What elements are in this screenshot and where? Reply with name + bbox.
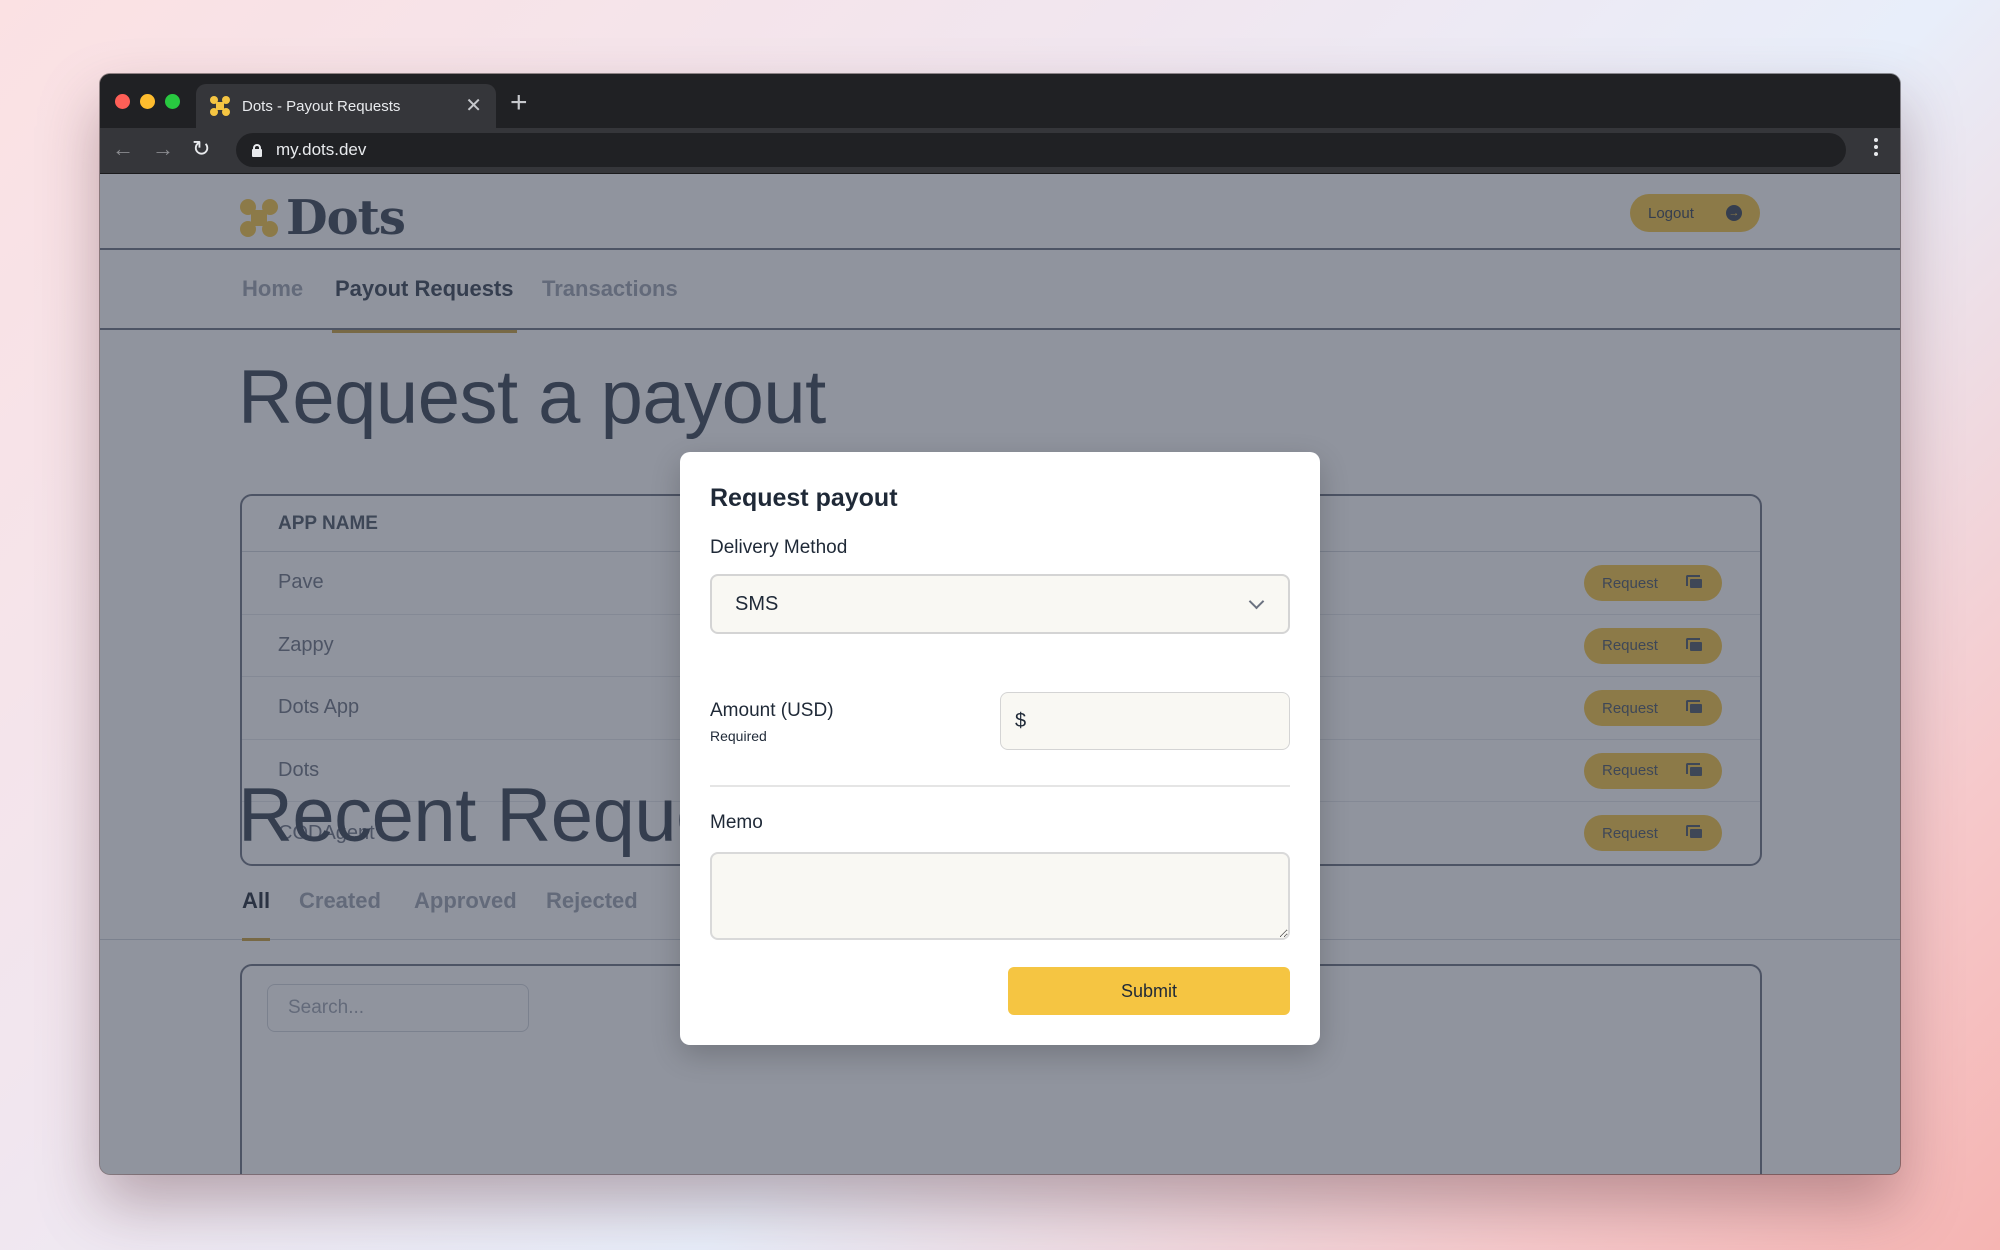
submit-button[interactable]: Submit	[1008, 967, 1290, 1015]
amount-input[interactable]	[1032, 709, 1298, 733]
delivery-method-select[interactable]: SMS	[710, 574, 1290, 634]
lock-icon	[252, 144, 262, 157]
amount-field[interactable]: $	[1000, 692, 1298, 750]
divider	[710, 785, 1290, 787]
memo-label: Memo	[710, 812, 763, 833]
currency-prefix: $	[1015, 709, 1027, 732]
chevron-down-icon	[1248, 593, 1265, 610]
modal-title: Request payout	[710, 484, 898, 512]
reload-icon[interactable]: ↻	[192, 136, 210, 162]
minimize-window-button[interactable]	[140, 94, 155, 109]
close-window-button[interactable]	[115, 94, 130, 109]
browser-toolbar: ← → ↻ my.dots.dev	[100, 128, 1900, 174]
dots-favicon-icon	[210, 96, 230, 116]
delivery-method-value: SMS	[735, 592, 779, 615]
browser-menu-icon[interactable]	[1874, 138, 1878, 159]
browser-tab[interactable]: Dots - Payout Requests ✕	[196, 84, 496, 128]
url-text: my.dots.dev	[276, 140, 367, 159]
maximize-window-button[interactable]	[165, 94, 180, 109]
tab-bar: Dots - Payout Requests ✕ +	[100, 74, 1900, 128]
amount-required-hint: Required	[710, 728, 767, 744]
back-icon[interactable]: ←	[112, 136, 134, 162]
close-tab-icon[interactable]: ✕	[465, 96, 482, 116]
address-bar[interactable]: my.dots.dev	[236, 133, 1846, 167]
memo-textarea[interactable]	[710, 852, 1290, 940]
amount-label: Amount (USD)	[710, 700, 834, 721]
tab-title: Dots - Payout Requests	[242, 97, 401, 115]
delivery-method-label: Delivery Method	[710, 537, 848, 558]
browser-window: Dots - Payout Requests ✕ + ← → ↻ my.dots…	[100, 74, 1900, 1174]
new-tab-icon[interactable]: +	[510, 88, 528, 118]
request-payout-modal: Request payout Delivery Method SMS Amoun…	[680, 452, 1320, 1045]
page-viewport: Dots Logout → Home Payout Requests Trans…	[100, 174, 1900, 1174]
forward-icon[interactable]: →	[152, 136, 174, 162]
